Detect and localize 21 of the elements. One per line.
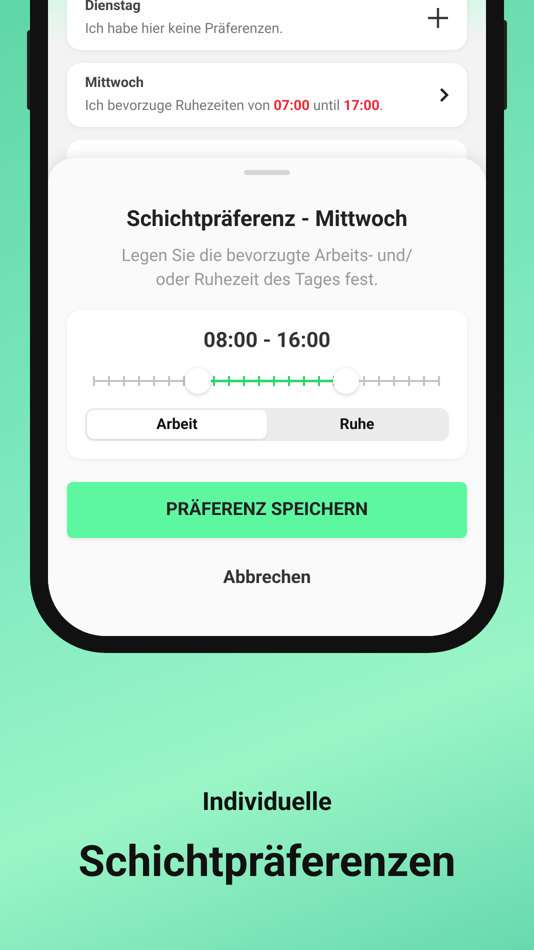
sheet-title: Schichtpräferenz - Mittwoch bbox=[126, 206, 408, 234]
time-range: 08:00 - 16:00 bbox=[204, 328, 330, 355]
mode-tab[interactable]: Ruhe bbox=[267, 410, 447, 438]
slider-thumb[interactable] bbox=[332, 368, 359, 394]
drag-handle[interactable] bbox=[244, 170, 290, 175]
day-card[interactable]: Mittwoch Ich bevorzuge Ruhezeiten von 07:00 until 17:00. bbox=[67, 63, 467, 127]
plus-icon[interactable] bbox=[427, 7, 449, 29]
day-card[interactable]: Dienstag Ich habe hier keine Präferenzen. bbox=[67, 0, 467, 50]
day-name: Dienstag bbox=[85, 0, 142, 16]
caption-subtitle: Individuelle bbox=[202, 787, 332, 819]
cancel-button[interactable]: Abbrechen bbox=[223, 564, 311, 590]
caption-title: Schichtpräferenzen bbox=[78, 836, 456, 888]
day-summary: Ich habe hier keine Präferenzen. bbox=[85, 20, 284, 39]
sheet-subtitle: Legen Sie die bevorzugte Arbeits- und/ oder Ruhezeit des Tages fest. bbox=[120, 245, 414, 292]
day-summary: Ich bevorzuge Ruhezeiten von 07:00 until 17:00. bbox=[85, 97, 384, 116]
range-slider[interactable] bbox=[93, 366, 441, 396]
chevron-right-icon[interactable] bbox=[439, 87, 449, 103]
mode-tab[interactable]: Arbeit bbox=[87, 410, 267, 438]
day-name: Mittwoch bbox=[85, 74, 145, 93]
slider-thumb[interactable] bbox=[184, 368, 210, 394]
save-button[interactable]: PRÄFERENZ SPEICHERN bbox=[67, 482, 467, 538]
